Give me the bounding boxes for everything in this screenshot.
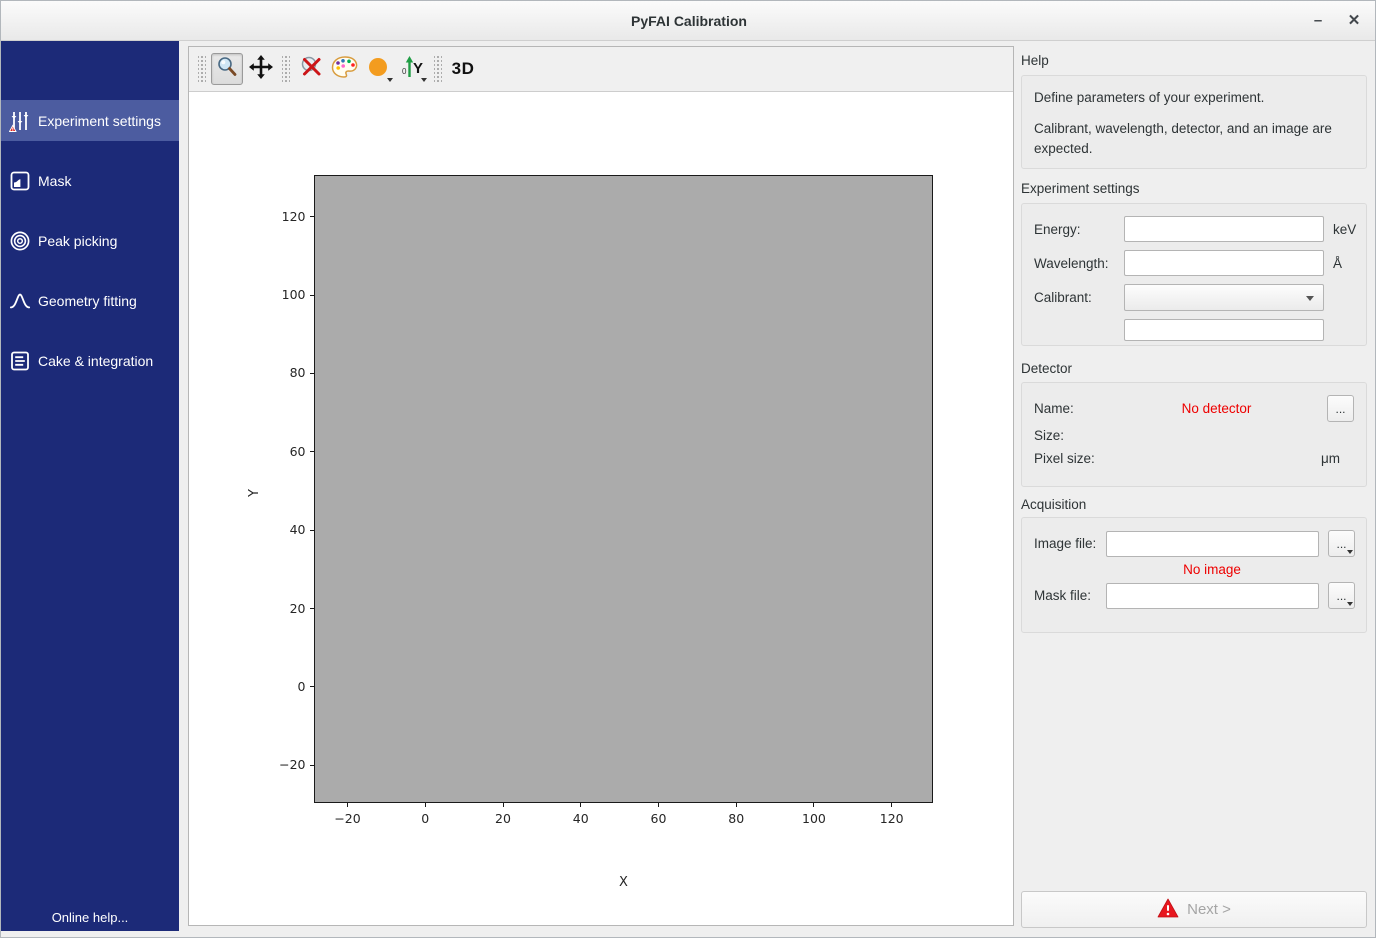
detector-box: Name: No detector ... Size: Pixel size: … <box>1021 382 1367 487</box>
sidebar-item-mask[interactable]: Mask <box>1 160 179 201</box>
x-tick-label: −20 <box>324 811 372 826</box>
sidebar-item-label: Cake & integration <box>38 353 153 369</box>
y-tick-label: 0 <box>263 679 306 694</box>
sidebar-item-label: Mask <box>38 173 71 189</box>
x-tick-mark <box>736 803 737 807</box>
wavelength-field[interactable] <box>1124 250 1324 276</box>
sidebar-item-label: Experiment settings <box>38 113 161 129</box>
x-tick-label: 20 <box>479 811 527 826</box>
energy-unit: keV <box>1333 222 1356 237</box>
help-paragraph: Define parameters of your experiment. <box>1034 88 1354 108</box>
help-paragraph: Calibrant, wavelength, detector, and an … <box>1034 119 1354 159</box>
x-tick-label: 60 <box>634 811 682 826</box>
mask-browse-button[interactable]: ... <box>1328 582 1355 609</box>
sidebar-item-peak-picking[interactable]: Peak picking <box>1 220 179 261</box>
minimize-button[interactable]: – <box>1305 9 1331 33</box>
y-tick-label: −20 <box>263 757 306 772</box>
plot-image-area[interactable] <box>314 175 933 803</box>
wavelength-unit: Å <box>1333 256 1342 271</box>
plot-panel: 0Y 3D X Y −20020406080100120120100806040… <box>188 46 1014 926</box>
dropdown-caret-icon <box>1347 550 1353 554</box>
calibrant-filter-field[interactable] <box>1124 319 1324 341</box>
wavelength-label: Wavelength: <box>1034 256 1124 271</box>
next-button[interactable]: Next > <box>1021 891 1367 928</box>
energy-field[interactable] <box>1124 216 1324 242</box>
y-tick-mark <box>310 295 314 296</box>
calibrant-label: Calibrant: <box>1034 290 1124 305</box>
experiment-settings-box: Energy: keV Wavelength: Å Calibrant: <box>1021 203 1367 346</box>
x-tick-mark <box>503 803 504 807</box>
sidebar-item-geometry-fitting[interactable]: Geometry fitting <box>1 280 179 321</box>
y-axis-label: Y <box>247 481 263 497</box>
pixel-size-unit: μm <box>1124 451 1354 466</box>
x-tick-mark <box>580 803 581 807</box>
energy-label: Energy: <box>1034 222 1124 237</box>
help-box: Define parameters of your experiment. Ca… <box>1021 75 1367 169</box>
app-window: PyFAI Calibration – ✕ Experiment setting… <box>0 0 1376 938</box>
x-tick-mark <box>658 803 659 807</box>
x-tick-mark <box>347 803 348 807</box>
detector-browse-button[interactable]: ... <box>1327 395 1354 422</box>
y-tick-label: 80 <box>263 365 306 380</box>
x-tick-mark <box>813 803 814 807</box>
y-tick-mark <box>310 608 314 609</box>
acquisition-section-title: Acquisition <box>1021 497 1086 512</box>
help-section-title: Help <box>1021 53 1049 68</box>
sidebar-item-label: Peak picking <box>38 233 117 249</box>
dropdown-caret-icon <box>1347 602 1353 606</box>
document-icon <box>9 350 31 372</box>
y-tick-mark <box>310 765 314 766</box>
sidebar-item-experiment-settings[interactable]: Experiment settings <box>1 100 179 141</box>
x-tick-mark <box>425 803 426 807</box>
warning-icon <box>1157 898 1179 922</box>
browse-ellipsis: ... <box>1336 537 1346 551</box>
browse-ellipsis: ... <box>1336 589 1346 603</box>
detector-name-value: No detector <box>1106 401 1327 416</box>
y-tick-label: 40 <box>263 522 306 537</box>
y-tick-label: 60 <box>263 444 306 459</box>
target-icon <box>9 230 31 252</box>
no-image-status: No image <box>1106 562 1354 577</box>
x-tick-label: 120 <box>868 811 916 826</box>
detector-section-title: Detector <box>1021 361 1072 376</box>
sliders-warning-icon <box>9 110 31 132</box>
detector-name-label: Name: <box>1034 401 1106 416</box>
image-file-label: Image file: <box>1034 536 1106 551</box>
mask-icon <box>9 170 31 192</box>
next-button-label: Next > <box>1187 901 1231 918</box>
x-tick-label: 0 <box>401 811 449 826</box>
y-tick-label: 120 <box>263 209 306 224</box>
online-help-button[interactable]: Online help... <box>1 910 179 925</box>
y-tick-mark <box>310 451 314 452</box>
sidebar-item-cake-integration[interactable]: Cake & integration <box>1 340 179 381</box>
close-button[interactable]: ✕ <box>1341 9 1367 33</box>
x-axis-label: X <box>314 875 933 891</box>
y-tick-label: 100 <box>263 287 306 302</box>
calibrant-select[interactable] <box>1124 284 1324 311</box>
x-tick-label: 40 <box>557 811 605 826</box>
detector-size-label: Size: <box>1034 428 1124 443</box>
y-tick-mark <box>310 216 314 217</box>
mask-file-label: Mask file: <box>1034 588 1106 603</box>
pixel-size-label: Pixel size: <box>1034 451 1124 466</box>
x-tick-label: 100 <box>790 811 838 826</box>
peak-curve-icon <box>9 290 31 312</box>
y-tick-mark <box>310 530 314 531</box>
x-tick-mark <box>891 803 892 807</box>
mask-file-field[interactable] <box>1106 583 1319 609</box>
experiment-settings-title: Experiment settings <box>1021 181 1140 196</box>
image-browse-button[interactable]: ... <box>1328 530 1355 557</box>
y-tick-label: 20 <box>263 601 306 616</box>
acquisition-box: Image file: ... No image Mask file: ... <box>1021 517 1367 633</box>
sidebar: Experiment settings Mask Peak picking Geome… <box>1 41 179 931</box>
window-title: PyFAI Calibration <box>1 13 1376 29</box>
y-tick-mark <box>310 686 314 687</box>
chevron-down-icon <box>1306 296 1314 301</box>
titlebar: PyFAI Calibration – ✕ <box>1 1 1376 41</box>
image-file-field[interactable] <box>1106 531 1319 557</box>
x-tick-label: 80 <box>712 811 760 826</box>
plot-canvas: X Y −20 0 20 40 60 80 100 120 120 100 80 60 40 20 0 −20 <box>189 47 1015 927</box>
y-tick-mark <box>310 373 314 374</box>
sidebar-item-label: Geometry fitting <box>38 293 137 309</box>
